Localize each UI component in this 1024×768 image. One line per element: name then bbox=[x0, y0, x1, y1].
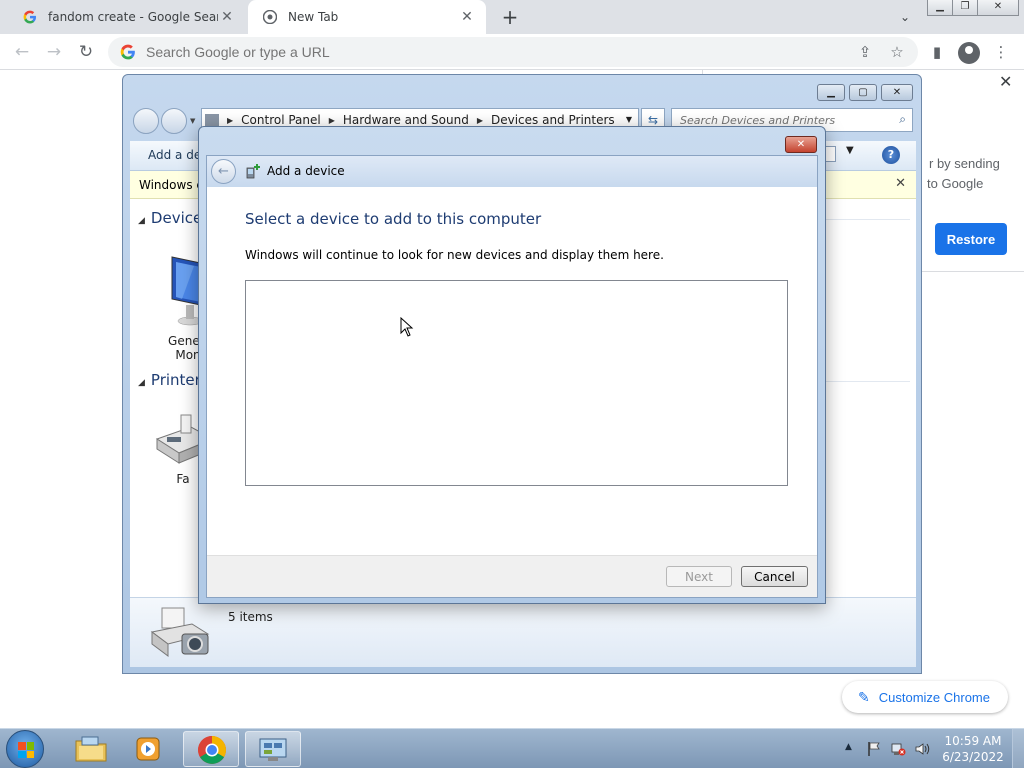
folder-icon bbox=[75, 736, 107, 762]
devices-printers-icon bbox=[150, 607, 210, 657]
windows-logo-icon bbox=[18, 742, 34, 758]
view-dropdown-icon[interactable]: ▼ bbox=[846, 145, 854, 156]
taskbar-chrome-button[interactable] bbox=[183, 731, 239, 767]
help-icon[interactable]: ? bbox=[882, 146, 900, 164]
network-error-icon[interactable] bbox=[890, 741, 906, 757]
close-window-icon[interactable]: ✕ bbox=[977, 0, 1019, 16]
tab-new-tab[interactable]: New Tab ✕ bbox=[248, 0, 486, 34]
clock-time: 10:59 AM bbox=[944, 734, 1002, 748]
dialog-header: ← Add a device bbox=[207, 156, 817, 187]
tab-fandom-create-search[interactable]: fandom create - Google Search ✕ bbox=[8, 0, 246, 34]
panel-text-line1: r by sending bbox=[929, 156, 1000, 171]
cancel-button[interactable]: Cancel bbox=[741, 566, 808, 587]
next-button[interactable]: Next bbox=[666, 566, 732, 587]
back-arrow-icon[interactable]: ← bbox=[10, 40, 34, 64]
tab-search-chevron-icon[interactable]: ⌄ bbox=[895, 7, 915, 27]
taskbar-media-player-button[interactable] bbox=[122, 731, 178, 767]
breadcrumb-hardware-and-sound[interactable]: Hardware and Sound bbox=[343, 113, 469, 127]
panel-close-icon[interactable]: ✕ bbox=[999, 72, 1012, 91]
tab-title: fandom create - Google Search bbox=[48, 10, 218, 24]
dialog-title: Add a device bbox=[267, 164, 345, 178]
bookmark-star-icon[interactable]: ☆ bbox=[886, 41, 908, 63]
customize-chrome-button[interactable]: ✎ Customize Chrome bbox=[842, 681, 1008, 713]
item-count: 5 items bbox=[228, 610, 273, 624]
chrome-toolbar: ← → ↻ ⇪ ☆ ▮ ⋮ bbox=[0, 34, 1024, 70]
restore-icon[interactable]: ❐ bbox=[952, 0, 978, 16]
show-desktop-button[interactable] bbox=[1012, 729, 1024, 768]
mouse-cursor-icon bbox=[400, 317, 414, 337]
details-pane: 5 items bbox=[130, 597, 916, 667]
discovered-device-list[interactable] bbox=[245, 280, 788, 486]
maximize-icon[interactable]: ▢ bbox=[849, 84, 877, 101]
profile-avatar-icon[interactable] bbox=[958, 42, 980, 64]
action-center-flag-icon[interactable] bbox=[866, 741, 882, 757]
add-device-icon bbox=[246, 164, 260, 179]
system-clock[interactable]: 10:59 AM 6/23/2022 bbox=[940, 733, 1006, 765]
share-icon[interactable]: ⇪ bbox=[854, 41, 876, 63]
reload-icon[interactable]: ↻ bbox=[74, 40, 98, 64]
dialog-back-arrow-icon[interactable]: ← bbox=[211, 159, 236, 184]
forward-arrow-icon[interactable]: → bbox=[42, 40, 66, 64]
breadcrumb-separator-icon: ▶ bbox=[476, 115, 483, 125]
new-tab-button[interactable]: + bbox=[498, 5, 522, 29]
explorer-back-icon[interactable] bbox=[133, 108, 159, 134]
taskbar-explorer-button[interactable] bbox=[64, 731, 120, 767]
breadcrumb-devices-and-printers[interactable]: Devices and Printers bbox=[491, 113, 615, 127]
google-g-icon bbox=[22, 9, 38, 25]
show-hidden-icons-icon[interactable]: ▲ bbox=[845, 742, 852, 752]
clock-date: 6/23/2022 bbox=[942, 750, 1004, 764]
taskbar-devices-printers-button[interactable] bbox=[245, 731, 301, 767]
info-bar-close-icon[interactable]: ✕ bbox=[895, 176, 906, 191]
chrome-tab-strip: fandom create - Google Search ✕ New Tab … bbox=[0, 0, 1024, 34]
add-device-dialog: ✕ ← Add a device Select a device to add … bbox=[198, 126, 826, 604]
dialog-close-icon[interactable]: ✕ bbox=[785, 136, 817, 153]
collapse-triangle-icon: ◢ bbox=[138, 216, 145, 226]
tab-close-icon[interactable]: ✕ bbox=[218, 8, 236, 26]
minimize-icon[interactable]: ▁ bbox=[817, 84, 845, 101]
chrome-icon bbox=[262, 9, 278, 25]
volume-icon[interactable] bbox=[914, 741, 930, 757]
pencil-icon: ✎ bbox=[858, 688, 870, 705]
start-button[interactable] bbox=[6, 730, 44, 768]
tab-close-icon[interactable]: ✕ bbox=[458, 8, 476, 26]
breadcrumb-separator-icon: ▶ bbox=[328, 115, 335, 125]
google-g-icon bbox=[120, 44, 136, 60]
dialog-footer: Next Cancel bbox=[207, 555, 817, 597]
breadcrumb-control-panel[interactable]: Control Panel bbox=[241, 113, 321, 127]
search-icon[interactable]: ⌕ bbox=[899, 112, 906, 127]
control-panel-icon bbox=[205, 114, 219, 126]
omnibox-input[interactable] bbox=[146, 44, 746, 60]
address-dropdown-icon[interactable]: ▼ bbox=[626, 115, 632, 124]
side-panel-icon[interactable]: ▮ bbox=[926, 41, 948, 63]
media-player-icon bbox=[136, 737, 160, 761]
windows-taskbar: ▲ 10:59 AM 6/23/2022 bbox=[0, 728, 1024, 768]
omnibox[interactable] bbox=[108, 37, 918, 67]
search-devices-input[interactable] bbox=[680, 113, 880, 127]
panel-text-line2: to Google bbox=[927, 176, 984, 191]
restore-button[interactable]: Restore bbox=[935, 223, 1007, 255]
dialog-heading: Select a device to add to this computer bbox=[245, 210, 542, 228]
breadcrumb-separator-icon: ▶ bbox=[227, 115, 234, 125]
dialog-body: ← Add a device Select a device to add to… bbox=[206, 155, 818, 598]
menu-kebab-icon[interactable]: ⋮ bbox=[990, 41, 1012, 63]
collapse-triangle-icon: ◢ bbox=[138, 378, 145, 388]
customize-chrome-label: Customize Chrome bbox=[878, 689, 990, 705]
minimize-icon[interactable]: ▁ bbox=[927, 0, 953, 16]
control-panel-icon bbox=[259, 738, 287, 761]
dialog-description: Windows will continue to look for new de… bbox=[245, 248, 664, 262]
explorer-forward-icon[interactable] bbox=[161, 108, 187, 134]
tab-title: New Tab bbox=[288, 10, 339, 24]
recent-pages-chevron-icon[interactable]: ▼ bbox=[190, 117, 195, 125]
chrome-icon bbox=[198, 736, 226, 764]
close-window-icon[interactable]: ✕ bbox=[881, 84, 913, 101]
